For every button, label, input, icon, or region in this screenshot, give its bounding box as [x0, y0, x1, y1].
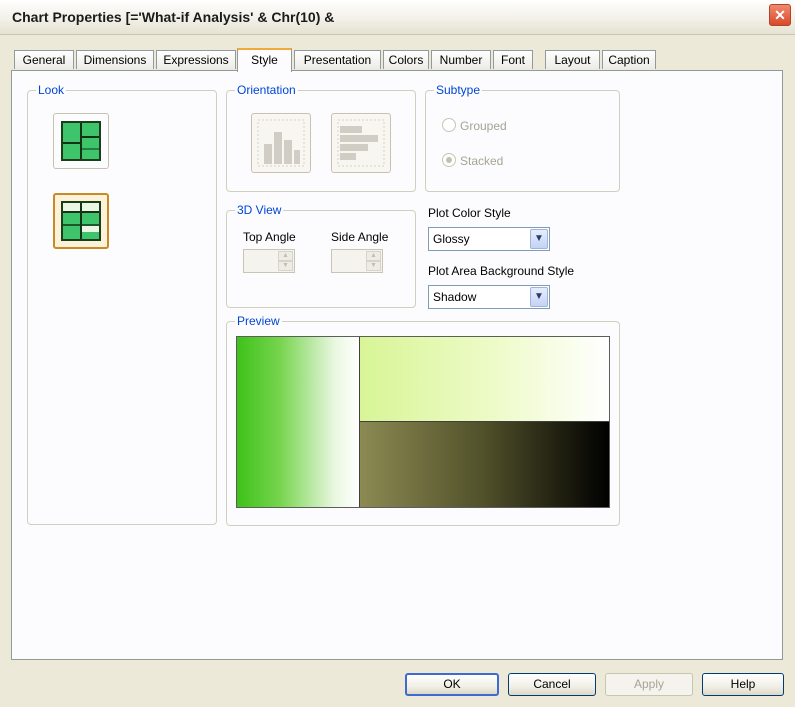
- preview-left-block: [237, 337, 360, 507]
- subtype-grouped-label: Grouped: [460, 119, 507, 133]
- subtype-stacked-label: Stacked: [460, 154, 504, 168]
- tab-number[interactable]: Number: [431, 50, 491, 69]
- tab-font[interactable]: Font: [493, 50, 533, 69]
- chevron-down-icon[interactable]: ▼: [530, 287, 548, 307]
- side-angle-down-icon[interactable]: ▼: [366, 261, 381, 271]
- orientation-group-title: Orientation: [235, 83, 298, 97]
- help-button[interactable]: Help: [702, 673, 784, 696]
- cancel-button[interactable]: Cancel: [508, 673, 596, 696]
- preview-image: [236, 336, 610, 508]
- radio-grouped[interactable]: [442, 118, 456, 132]
- tab-dimensions[interactable]: Dimensions: [76, 50, 154, 69]
- look-split-glyph: [63, 203, 99, 239]
- top-angle-up-icon[interactable]: ▲: [278, 251, 293, 261]
- look-option-standard[interactable]: [53, 113, 109, 169]
- plot-color-style-value: Glossy: [433, 232, 470, 246]
- horizontal-bars-icon: [337, 119, 385, 167]
- plot-area-bg-style-label: Plot Area Background Style: [428, 264, 575, 278]
- top-angle-label: Top Angle: [243, 230, 296, 244]
- close-button[interactable]: ✕: [769, 4, 791, 26]
- plot-color-style-select[interactable]: Glossy ▼: [428, 227, 550, 251]
- view3d-group: 3D View Top Angle Side Angle ▲ ▼ ▲ ▼: [226, 203, 416, 308]
- plot-color-style-label: Plot Color Style: [428, 206, 511, 220]
- tab-colors[interactable]: Colors: [383, 50, 429, 69]
- orientation-horizontal-button[interactable]: [331, 113, 391, 173]
- side-angle-up-icon[interactable]: ▲: [366, 251, 381, 261]
- preview-group-title: Preview: [235, 314, 282, 328]
- tab-layout[interactable]: Layout: [545, 50, 600, 69]
- orientation-vertical-button[interactable]: [251, 113, 311, 173]
- tab-general[interactable]: General: [14, 50, 74, 69]
- tab-caption[interactable]: Caption: [602, 50, 656, 69]
- tab-style[interactable]: Style: [237, 48, 292, 72]
- preview-top-block: [360, 337, 609, 422]
- top-angle-spinner[interactable]: ▲ ▼: [243, 249, 295, 273]
- look-group-title: Look: [36, 83, 67, 97]
- ok-button[interactable]: OK: [405, 673, 499, 696]
- window-title: Chart Properties [='What-if Analysis' & …: [12, 9, 335, 25]
- subtype-group: Subtype Grouped Stacked: [425, 83, 620, 192]
- look-standard-icon: [61, 121, 101, 161]
- view3d-group-title: 3D View: [235, 203, 284, 217]
- subtype-stacked-radio[interactable]: Stacked: [442, 153, 503, 168]
- tab-expressions[interactable]: Expressions: [156, 50, 236, 69]
- look-option-split[interactable]: [53, 193, 109, 249]
- look-standard-glyph: [63, 123, 99, 159]
- plot-area-bg-style-value: Shadow: [433, 290, 477, 304]
- side-angle-label: Side Angle: [331, 230, 389, 244]
- chevron-down-icon[interactable]: ▼: [530, 229, 548, 249]
- top-angle-down-icon[interactable]: ▼: [278, 261, 293, 271]
- preview-bottom-block: [360, 422, 609, 507]
- side-angle-spinner[interactable]: ▲ ▼: [331, 249, 383, 273]
- subtype-group-title: Subtype: [434, 83, 483, 97]
- tab-presentation[interactable]: Presentation: [294, 50, 381, 69]
- apply-button[interactable]: Apply: [605, 673, 693, 696]
- look-split-icon: [61, 201, 101, 241]
- plot-area-bg-style-select[interactable]: Shadow ▼: [428, 285, 550, 309]
- vertical-bars-icon: [257, 119, 305, 167]
- look-group: Look: [27, 83, 217, 525]
- radio-stacked[interactable]: [442, 153, 456, 167]
- title-bar: Chart Properties [='What-if Analysis' & …: [0, 0, 795, 35]
- orientation-group: Orientation: [226, 83, 416, 192]
- subtype-grouped-radio[interactable]: Grouped: [442, 118, 507, 133]
